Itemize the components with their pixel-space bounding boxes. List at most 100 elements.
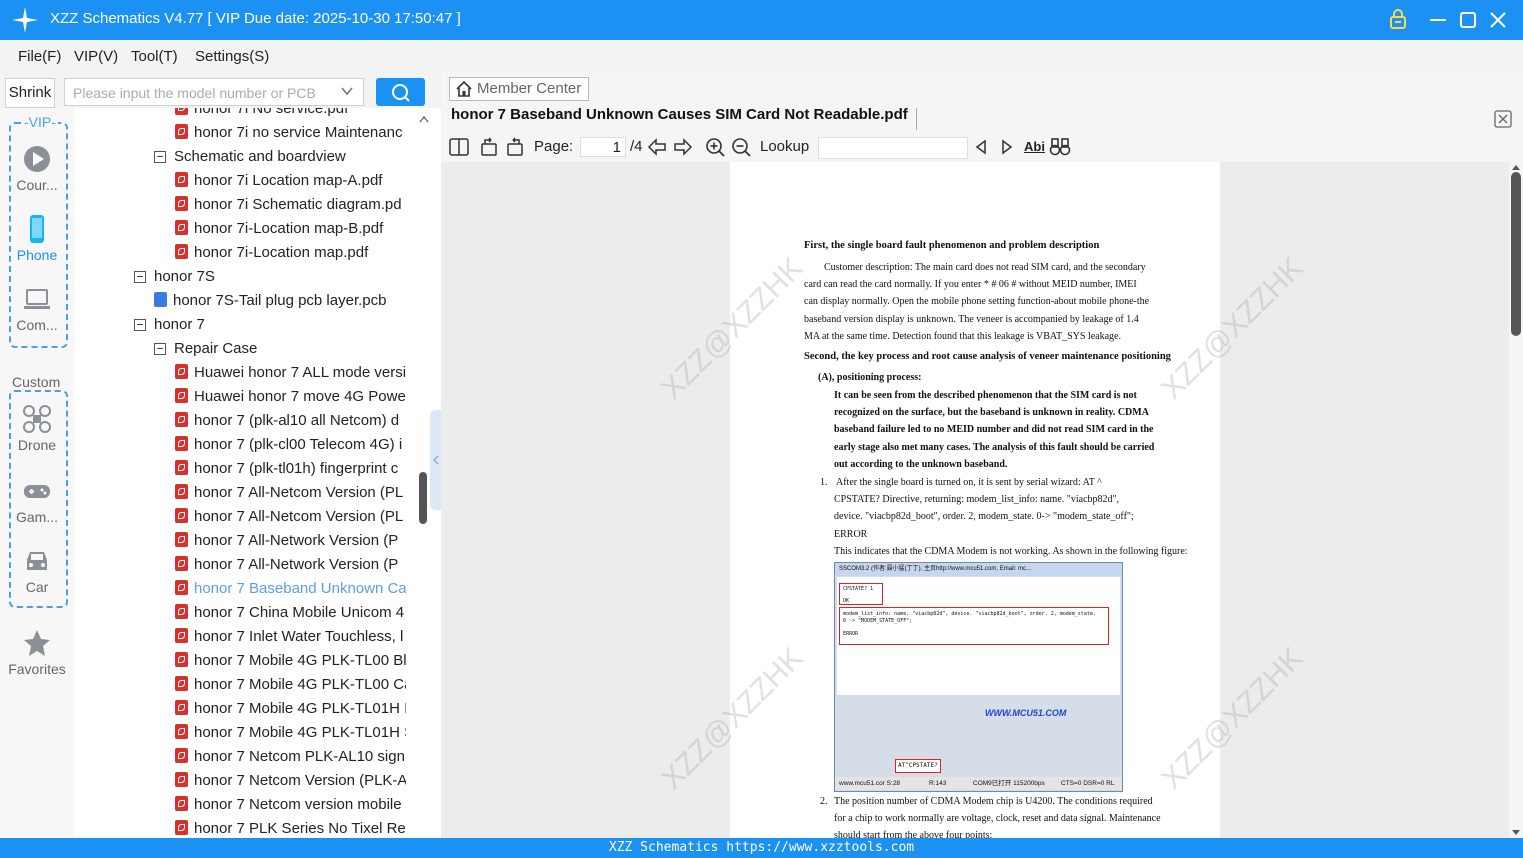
page-number-input[interactable]: 1 (580, 137, 626, 157)
tree-file[interactable]: honor 7i No service.pdf (175, 108, 406, 121)
tree-file[interactable]: honor 7 Netcom Version (PLK-A (175, 769, 406, 793)
menu-file[interactable]: File(F) (18, 48, 61, 65)
tree-label: Repair Case (174, 340, 258, 357)
tree-folder[interactable]: − Repair Case (154, 337, 406, 361)
doc-line: Customer description: The main card does… (824, 262, 1146, 273)
menu-tool[interactable]: Tool(T) (131, 48, 178, 65)
tree-file[interactable]: honor 7i Location map-A.pdf (175, 169, 406, 193)
tree-file[interactable]: honor 7 Mobile 4G PLK-TL00 Ca (175, 673, 406, 697)
rotate-right-icon[interactable] (505, 137, 525, 157)
rail-car[interactable]: Car (4, 546, 70, 595)
tree-file[interactable]: honor 7 (plk-tl01h) fingerprint c (175, 457, 406, 481)
laptop-icon (24, 289, 50, 309)
tree-file[interactable]: honor 7 Mobile 4G PLK-TL00 Bl (175, 649, 406, 673)
search-input[interactable]: Please input the model number or PCB (64, 78, 364, 106)
tree-folder[interactable]: − honor 7S (134, 265, 406, 289)
find-previous-icon[interactable] (973, 139, 989, 155)
lookup-input[interactable] (818, 137, 968, 159)
collapse-toggle-icon[interactable]: − (134, 271, 146, 283)
viewer-scrollbar[interactable] (1511, 172, 1521, 336)
tree-file[interactable]: honor 7 Mobile 4G PLK-TL01H I (175, 697, 406, 721)
tree-label: honor 7 Mobile 4G PLK-TL00 Ca (194, 676, 406, 693)
tree-file[interactable]: honor 7S-Tail plug pcb layer.pcb (154, 289, 406, 313)
rail-computer[interactable]: Com... (4, 284, 70, 333)
pdf-file-icon (175, 700, 188, 715)
minimize-button[interactable] (1426, 8, 1450, 32)
tree-file[interactable]: honor 7 All-Netcom Version (PL (175, 505, 406, 529)
match-case-button[interactable]: Abi (1024, 139, 1045, 154)
find-next-icon[interactable] (999, 139, 1015, 155)
tree-file[interactable]: honor 7 All-Network Version (P (175, 553, 406, 577)
search-button[interactable] (376, 78, 425, 106)
menu-vip[interactable]: VIP(V) (74, 48, 118, 65)
tree-file[interactable]: honor 7 (plk-al10 all Netcom) d (175, 409, 406, 433)
doc-line: early stage also met many cases. The ana… (834, 441, 1155, 453)
rotate-left-icon[interactable] (479, 137, 499, 157)
collapse-toggle-icon[interactable]: − (154, 343, 166, 355)
tree-scroll-up-icon[interactable] (418, 114, 430, 124)
chevron-down-icon[interactable] (340, 84, 354, 98)
document-tab[interactable]: honor 7 Baseband Unknown Causes SIM Card… (451, 106, 908, 123)
doc-heading-2: Second, the key process and root cause a… (804, 351, 1171, 362)
tree-file[interactable]: honor 7 All-Network Version (P (175, 529, 406, 553)
tree-file[interactable]: honor 7 Netcom version mobile (175, 793, 406, 817)
zoom-out-icon[interactable] (731, 137, 751, 157)
rail-courses[interactable]: Cour... (4, 144, 70, 193)
next-page-icon[interactable] (673, 137, 693, 157)
tree-folder[interactable]: − honor 7 (134, 313, 406, 337)
console-line: ERROR (843, 631, 859, 637)
pdf-file-icon (175, 772, 188, 787)
binoculars-icon[interactable] (1049, 137, 1071, 157)
rail-drone[interactable]: Drone (4, 404, 70, 453)
tree-file[interactable]: honor 7i-Location map-B.pdf (175, 217, 406, 241)
member-center-button[interactable]: Member Center (449, 77, 589, 101)
tree-file[interactable]: honor 7 Inlet Water Touchless, l (175, 625, 406, 649)
rail-phone[interactable]: Phone (4, 214, 70, 263)
doc-line: should start from the above four points: (834, 830, 993, 838)
pdf-file-icon (175, 532, 188, 547)
tree-file[interactable]: honor 7 PLK Series No Tixel Rep (175, 817, 406, 838)
home-icon (456, 80, 472, 97)
list-number-1: 1. (820, 477, 828, 488)
viewer-scroll-up-icon[interactable] (1511, 163, 1521, 171)
rail-favorites[interactable]: Favorites (4, 628, 70, 677)
doc-line: card can read the card normally. If you … (804, 279, 1137, 291)
viewer-scroll-down-icon[interactable] (1511, 829, 1521, 837)
embedded-screenshot: SSCOM3.2 (作者:聂小猛(丁丁), 主页http://www.mcu51… (834, 562, 1123, 792)
tree-file[interactable]: honor 7 All-Netcom Version (PL (175, 481, 406, 505)
tree-label: honor 7i-Location map-B.pdf (194, 220, 384, 237)
tree-scrollbar[interactable] (419, 472, 427, 524)
tree-file[interactable]: honor 7i Schematic diagram.pd (175, 193, 406, 217)
sidebar-toggle-icon[interactable] (449, 138, 469, 156)
tree-file[interactable]: honor 7 Mobile 4G PLK-TL01H S (175, 721, 406, 745)
tree-file[interactable]: honor 7 Netcom PLK-AL10 sign (175, 745, 406, 769)
tree-file[interactable]: honor 7 Baseband Unknown Ca (175, 577, 406, 601)
previous-page-icon[interactable] (647, 137, 667, 157)
search-icon (392, 84, 410, 102)
tree-file[interactable]: Huawei honor 7 move 4G Powe (175, 385, 406, 409)
tree-file[interactable]: honor 7 (plk-cl00 Telecom 4G) i (175, 433, 406, 457)
maximize-button[interactable] (1456, 8, 1480, 32)
zoom-in-icon[interactable] (705, 137, 725, 157)
collapse-toggle-icon[interactable]: − (134, 319, 146, 331)
close-document-icon[interactable] (1494, 110, 1512, 128)
tree-file[interactable]: honor 7i-Location map.pdf (175, 241, 406, 265)
pdf-file-icon (175, 108, 188, 115)
close-button[interactable] (1486, 8, 1510, 32)
lock-icon[interactable] (1386, 8, 1410, 32)
pdf-viewer[interactable]: XZZ@XZZHK XZZ@XZZHK XZZ@XZZHK XZZ@XZZHK … (441, 162, 1509, 838)
pdf-file-icon (175, 676, 188, 691)
tree-label: honor 7S-Tail plug pcb layer.pcb (173, 292, 387, 309)
tree-file[interactable]: honor 7i no service Maintenanc (175, 121, 406, 145)
shrink-button[interactable]: Shrink (5, 78, 55, 108)
gamepad-icon (24, 485, 50, 498)
tree-file[interactable]: honor 7 China Mobile Unicom 4 (175, 601, 406, 625)
menu-settings[interactable]: Settings(S) (195, 48, 269, 65)
tree-folder[interactable]: − Schematic and boardview (154, 145, 406, 169)
collapse-toggle-icon[interactable]: − (154, 151, 166, 163)
rail-game[interactable]: Gam... (4, 476, 70, 525)
tree-file[interactable]: Huawei honor 7 ALL mode versi (175, 361, 406, 385)
tree-label: honor 7S (154, 268, 215, 285)
screenshot-command: AT^CPSTATE? (895, 759, 941, 773)
pdf-file-icon (175, 172, 188, 187)
